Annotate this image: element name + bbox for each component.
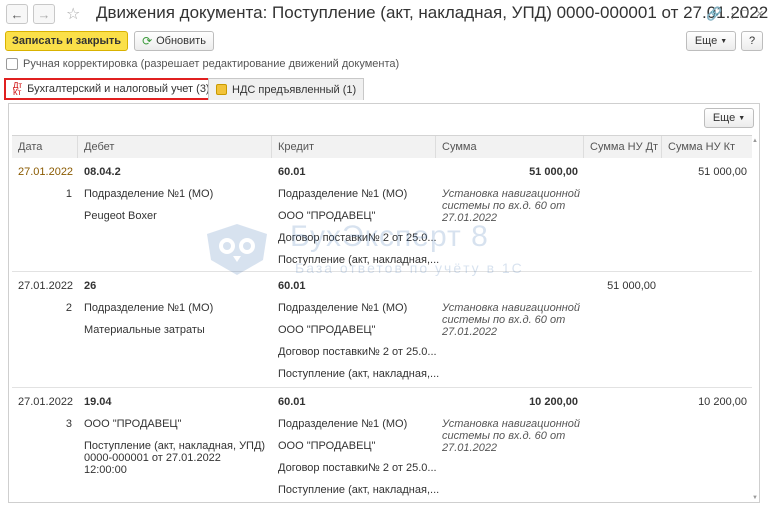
debit-account: 19.04: [84, 396, 112, 408]
row-number: 2: [65, 302, 72, 314]
tab-bar: Дт Кт Бухгалтерский и налоговый учет (3) …: [0, 78, 768, 100]
column-debit[interactable]: Дебет: [78, 136, 272, 158]
scroll-up-icon[interactable]: ▲: [752, 138, 758, 144]
table-scrollbar[interactable]: ▲ ▼: [750, 136, 760, 503]
column-date[interactable]: Дата: [12, 136, 78, 158]
column-credit[interactable]: Кредит: [272, 136, 436, 158]
credit-subconto: Договор поставки№ 2 от 25.0...: [278, 346, 437, 358]
table-header: Дата Дебет Кредит Сумма Сумма НУ Дт Сумм…: [12, 136, 752, 158]
more-label: Еще: [694, 35, 718, 47]
table-row[interactable]: 27.01.2022 1 08.04.2 Подразделение №1 (М…: [12, 158, 752, 272]
tab-accounting-label: Бухгалтерский и налоговый учет (3): [27, 83, 210, 95]
credit-subconto: Подразделение №1 (МО): [278, 188, 408, 200]
debit-subconto: Peugeot Boxer: [84, 210, 157, 222]
row-nu-dt: 51 000,00: [607, 280, 656, 292]
debit-subconto: ООО "ПРОДАВЕЦ": [84, 418, 182, 430]
manual-correction-label: Ручная корректировка (разрешает редактир…: [23, 58, 400, 70]
credit-account: 60.01: [278, 166, 306, 178]
dt-kt-icon: Дт Кт: [13, 81, 23, 97]
chevron-down-icon: ▼: [720, 37, 728, 45]
debit-subconto: Подразделение №1 (МО): [84, 188, 214, 200]
close-icon[interactable]: ×: [756, 6, 764, 21]
tab-accounting[interactable]: Дт Кт Бухгалтерский и налоговый учет (3): [4, 78, 219, 100]
debit-subconto: Подразделение №1 (МО): [84, 302, 214, 314]
arrow-left-icon: ←: [10, 6, 24, 22]
back-button[interactable]: ←: [6, 4, 28, 24]
credit-account: 60.01: [278, 396, 306, 408]
row-sum: 10 200,00: [529, 396, 578, 408]
row-nu-kt: 51 000,00: [698, 166, 747, 178]
credit-subconto: Поступление (акт, накладная,...: [278, 368, 440, 380]
grid-more-label: Еще: [712, 112, 736, 124]
row-sum: 51 000,00: [529, 166, 578, 178]
movements-table[interactable]: Дата Дебет Кредит Сумма Сумма НУ Дт Сумм…: [12, 135, 752, 503]
debit-account: 08.04.2: [84, 166, 121, 178]
scroll-down-icon[interactable]: ▼: [752, 495, 758, 501]
toolbar: Записать и закрыть ⟳ Обновить Еще ▼ ?: [0, 31, 768, 53]
tab-vat-label: НДС предъявленный (1): [232, 83, 357, 96]
title-bar: ← → ☆ Движения документа: Поступление (а…: [0, 0, 768, 28]
credit-account: 60.01: [278, 280, 306, 292]
save-close-button[interactable]: Записать и закрыть: [5, 31, 128, 51]
maximize-icon[interactable]: □: [740, 6, 748, 21]
row-content: Установка навигационной системы по вх.д.…: [442, 188, 581, 224]
chevron-down-icon: ▼: [738, 114, 746, 122]
row-number: 1: [65, 188, 72, 200]
credit-subconto: ООО "ПРОДАВЕЦ": [278, 210, 376, 222]
forward-button[interactable]: →: [33, 4, 55, 24]
link-icon[interactable]: 🔗: [706, 6, 722, 22]
column-nu-dt[interactable]: Сумма НУ Дт: [584, 136, 662, 158]
column-nu-kt[interactable]: Сумма НУ Кт: [662, 136, 752, 158]
table-row[interactable]: 27.01.2022 2 26 Подразделение №1 (МО) Ма…: [12, 272, 752, 388]
row-number: 3: [65, 418, 72, 430]
credit-subconto: Поступление (акт, накладная,...: [278, 254, 440, 266]
credit-subconto: ООО "ПРОДАВЕЦ": [278, 440, 376, 452]
table-row[interactable]: 27.01.2022 3 19.04 ООО "ПРОДАВЕЦ" Поступ…: [12, 388, 752, 503]
tab-vat[interactable]: НДС предъявленный (1): [208, 78, 365, 100]
more-vertical-icon[interactable]: ⋮: [726, 6, 739, 22]
arrow-right-icon: →: [37, 6, 51, 22]
vat-icon: [216, 84, 227, 95]
row-date: 27.01.2022: [18, 280, 74, 292]
credit-subconto: Поступление (акт, накладная,...: [278, 484, 440, 496]
row-content: Установка навигационной системы по вх.д.…: [442, 418, 581, 454]
row-nu-kt: 10 200,00: [698, 396, 747, 408]
column-sum[interactable]: Сумма: [436, 136, 584, 158]
star-icon[interactable]: ☆: [66, 4, 80, 24]
row-date: 27.01.2022: [18, 166, 74, 178]
credit-subconto: ООО "ПРОДАВЕЦ": [278, 324, 376, 336]
window-title: Движения документа: Поступление (акт, на…: [96, 3, 768, 22]
credit-subconto: Подразделение №1 (МО): [278, 418, 408, 430]
credit-subconto: Договор поставки№ 2 от 25.0...: [278, 232, 437, 244]
row-content: Установка навигационной системы по вх.д.…: [442, 302, 581, 338]
debit-account: 26: [84, 280, 97, 292]
credit-subconto: Подразделение №1 (МО): [278, 302, 408, 314]
grid-more-button[interactable]: Еще ▼: [704, 108, 754, 128]
manual-correction[interactable]: Ручная корректировка (разрешает редактир…: [6, 58, 399, 70]
help-button[interactable]: ?: [741, 31, 763, 51]
help-label: ?: [748, 35, 756, 47]
more-button[interactable]: Еще ▼: [686, 31, 736, 51]
refresh-label: Обновить: [156, 35, 206, 47]
refresh-icon: ⟳: [142, 34, 153, 48]
debit-subconto: Поступление (акт, накладная, УПД) 0000-0…: [84, 440, 266, 476]
debit-subconto: Материальные затраты: [84, 324, 205, 336]
row-date: 27.01.2022: [18, 396, 74, 408]
save-close-label: Записать и закрыть: [11, 35, 122, 47]
manual-correction-checkbox[interactable]: [6, 58, 18, 70]
refresh-button[interactable]: ⟳ Обновить: [134, 31, 214, 51]
credit-subconto: Договор поставки№ 2 от 25.0...: [278, 462, 437, 474]
